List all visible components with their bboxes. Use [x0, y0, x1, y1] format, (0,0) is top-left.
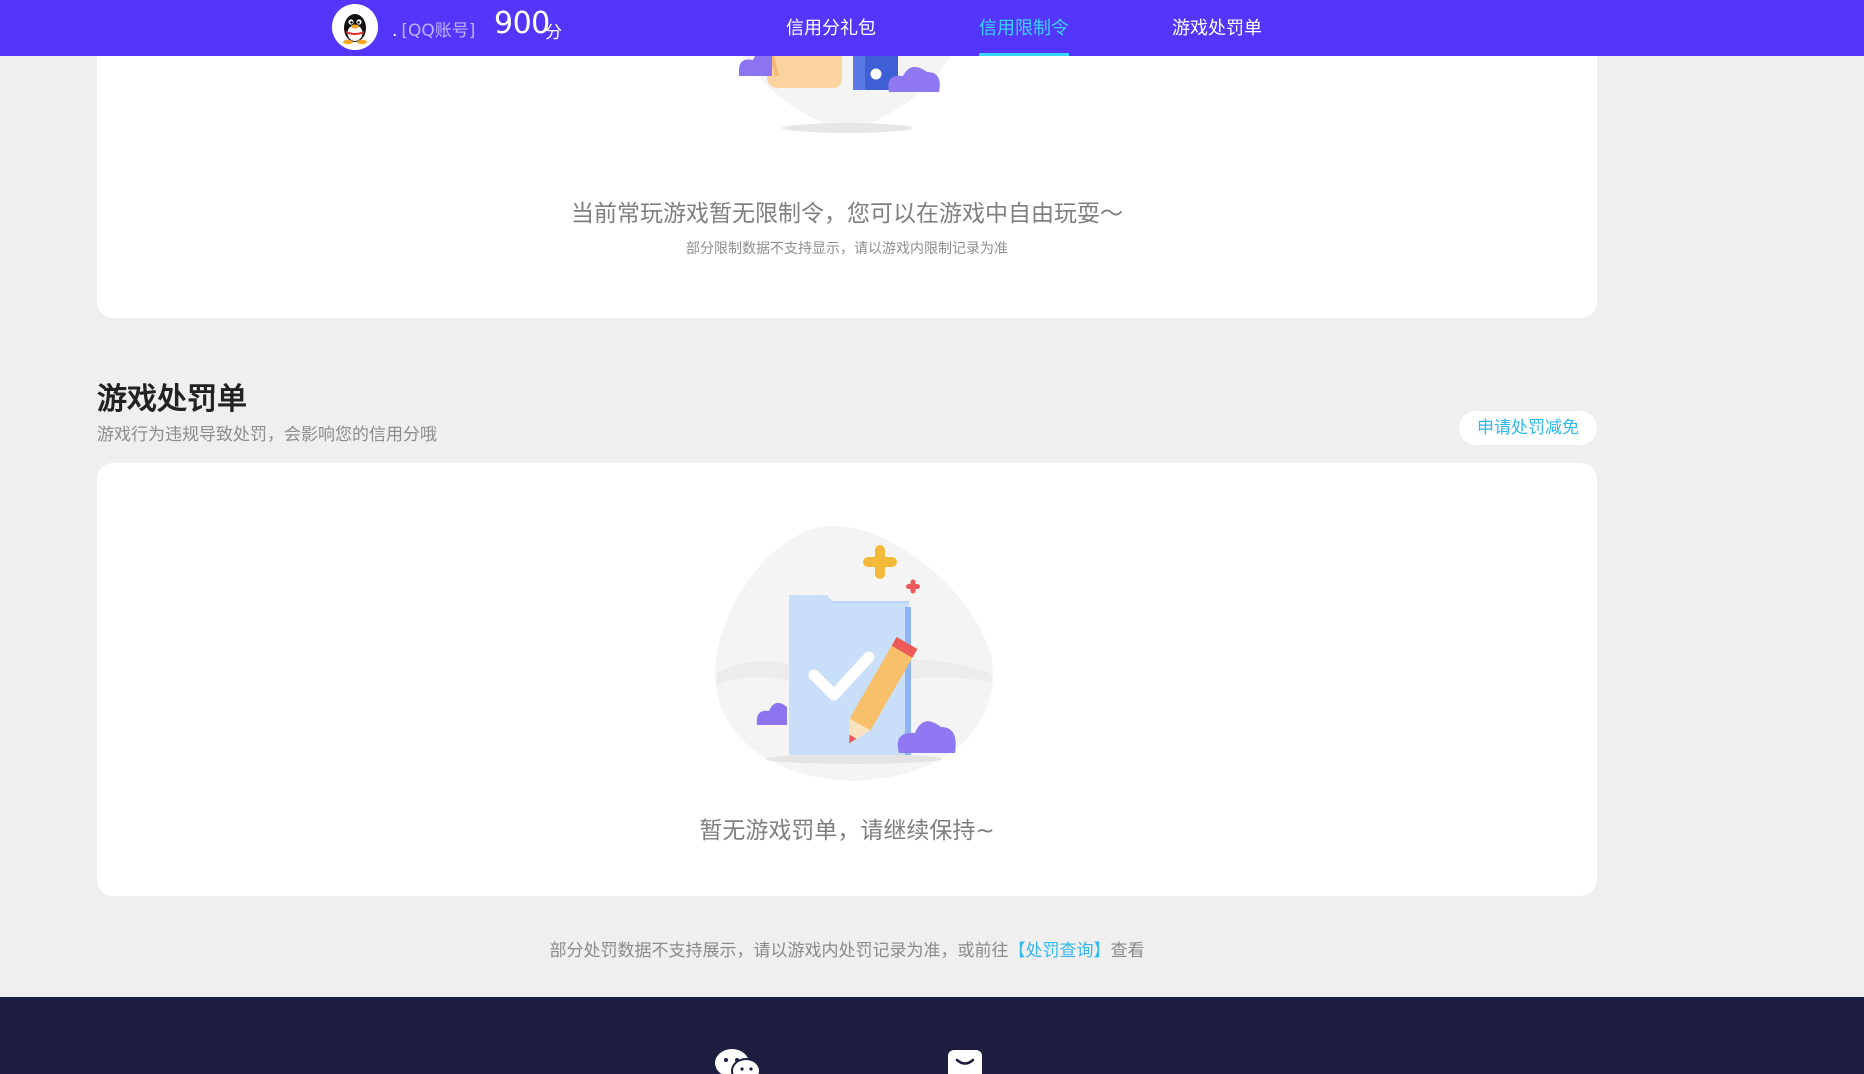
qq-penguin-icon — [332, 4, 378, 50]
page-footer — [0, 997, 1864, 1074]
no-penalty-illustration — [715, 526, 993, 781]
account-type: [QQ账号] — [401, 21, 476, 41]
top-navigation-bar: . [QQ账号] 900 分 信用分礼包 信用限制令 游戏处罚单 — [0, 0, 1864, 56]
footnote-text: 部分处罚数据不支持展示，请以游戏内处罚记录为准，或前往 — [549, 941, 1009, 961]
credit-score-unit: 分 — [545, 23, 562, 43]
nav-tab-credit-restriction[interactable]: 信用限制令 — [979, 14, 1069, 56]
account-type-label: . [QQ账号] — [392, 16, 475, 41]
restriction-data-note: 部分限制数据不支持显示，请以游戏内限制记录为准 — [686, 241, 1008, 257]
apply-penalty-reduction-button[interactable]: 申请处罚减免 — [1459, 411, 1597, 445]
wechat-icon[interactable] — [714, 1047, 762, 1074]
penalty-query-link[interactable]: 【处罚查询】 — [1009, 941, 1111, 961]
account-name: . — [392, 21, 398, 41]
section-title-game-penalty: 游戏处罚单 — [97, 382, 247, 417]
penalty-list-card: 暂无游戏罚单，请继续保持~ — [97, 463, 1597, 896]
nav-tab-game-penalty[interactable]: 游戏处罚单 — [1172, 14, 1262, 56]
credit-score: 900 — [494, 6, 550, 41]
nav-tab-credit-gift[interactable]: 信用分礼包 — [786, 14, 876, 56]
no-penalty-message: 暂无游戏罚单，请继续保持~ — [699, 818, 995, 844]
section-description: 游戏行为违规导致处罚，会影响您的信用分哦 — [97, 425, 437, 445]
footnote-text-end: 查看 — [1110, 941, 1145, 961]
chat-bubble-icon[interactable] — [947, 1049, 983, 1074]
no-restriction-message: 当前常玩游戏暂无限制令，您可以在游戏中自由玩耍～ — [571, 201, 1123, 227]
penalty-data-footnote: 部分处罚数据不支持展示，请以游戏内处罚记录为准，或前往【处罚查询】查看 — [0, 936, 1694, 961]
avatar[interactable] — [332, 4, 378, 50]
